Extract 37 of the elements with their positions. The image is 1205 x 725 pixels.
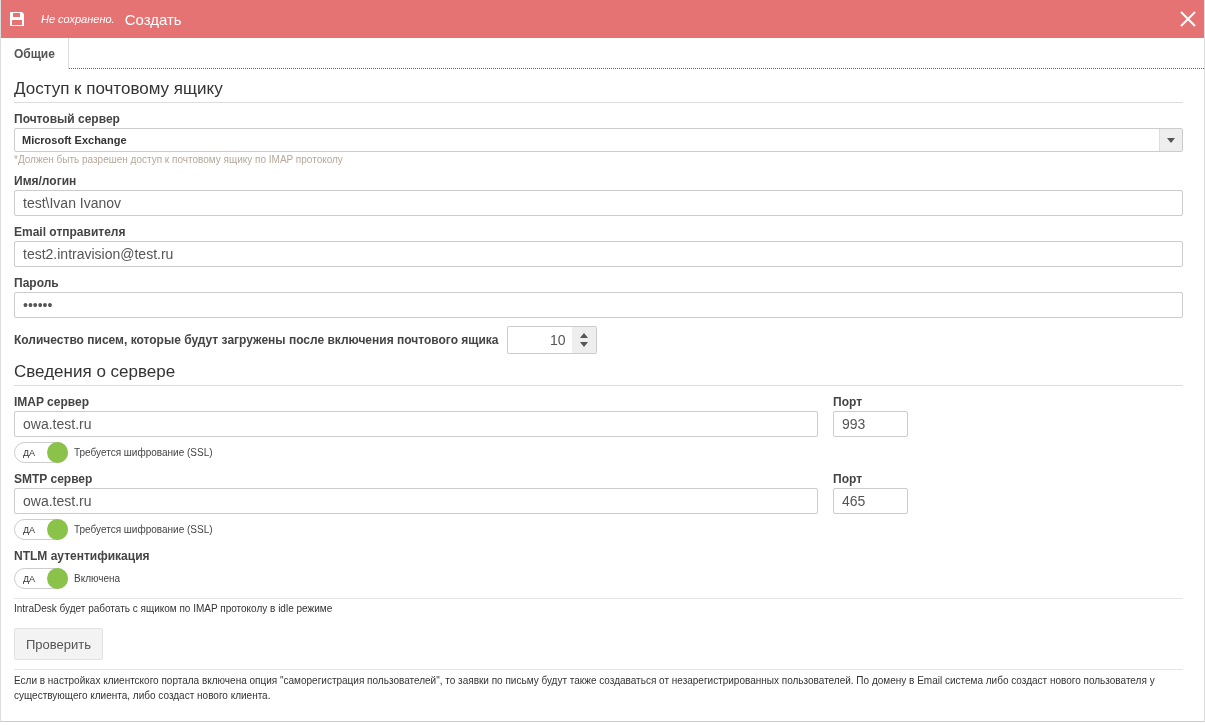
field-label: SMTP сервер [14,472,94,486]
port-field[interactable]: 465 [833,488,908,514]
window-title: Создать [124,10,182,28]
close-button[interactable] [1180,11,1196,27]
input-field[interactable]: owa.test.ru [14,411,818,437]
field-label: Порт [833,472,863,486]
toggle-caption: Требуется шифрование (SSL) [74,524,213,535]
section-heading: Сведения о сервере [14,362,1183,386]
number-stepper[interactable]: 10 [506,326,597,354]
port-field[interactable]: 993 [833,411,908,437]
field-label: Пароль [14,276,60,290]
field-label: Имя/логин [14,174,78,188]
toggle-caption: Включена [74,573,121,584]
caret-down-icon [1167,137,1175,143]
input-field[interactable]: owa.test.ru [14,488,818,514]
toggle-switch[interactable]: ДА [14,568,68,589]
toggle-switch[interactable]: ДА [14,442,68,463]
field-label: Почтовый сервер [14,112,121,126]
hint-text: *Должен быть разрешен доступ к почтовому ящику по IMAP протоколу [14,154,344,165]
input-field[interactable]: test\Ivan Ivanov [14,190,1183,216]
unsaved-status: Не сохранено. [41,13,115,25]
tab[interactable]: Общие [1,38,69,69]
toggle-caption: Требуется шифрование (SSL) [74,447,213,458]
field-label: Email отправителя [14,225,127,239]
up-down-arrows-icon[interactable] [579,332,588,348]
check-button[interactable]: Проверить [14,628,103,660]
mail-server-dropdown[interactable]: Microsoft Exchange [14,128,1183,152]
field-label: IMAP сервер [14,395,91,409]
input-field[interactable]: •••••• [14,292,1183,318]
field-label: NTLM аутентификация [14,549,151,563]
field-label: Порт [833,395,863,409]
section-heading: Доступ к почтовому ящику [14,79,1183,103]
footer-note: Если в настройках клиентского портала включена опция "саморегистрация пользователей", то заявки по письму будут также создаваться от незарегистрированных пользователей. По домену в Email система либо создаст нового пользователя у существующего клиента, либо создаст нового клиента. [14,669,1183,703]
input-field[interactable]: test2.intravision@test.ru [14,241,1183,267]
toggle-switch[interactable]: ДА [14,519,68,540]
info-text: IntraDesk будет работать с ящиком по IMAP протоколу в idle режиме [14,598,1183,614]
field-label: Количество писем, которые будут загружены после включения почтового ящика [14,333,499,347]
